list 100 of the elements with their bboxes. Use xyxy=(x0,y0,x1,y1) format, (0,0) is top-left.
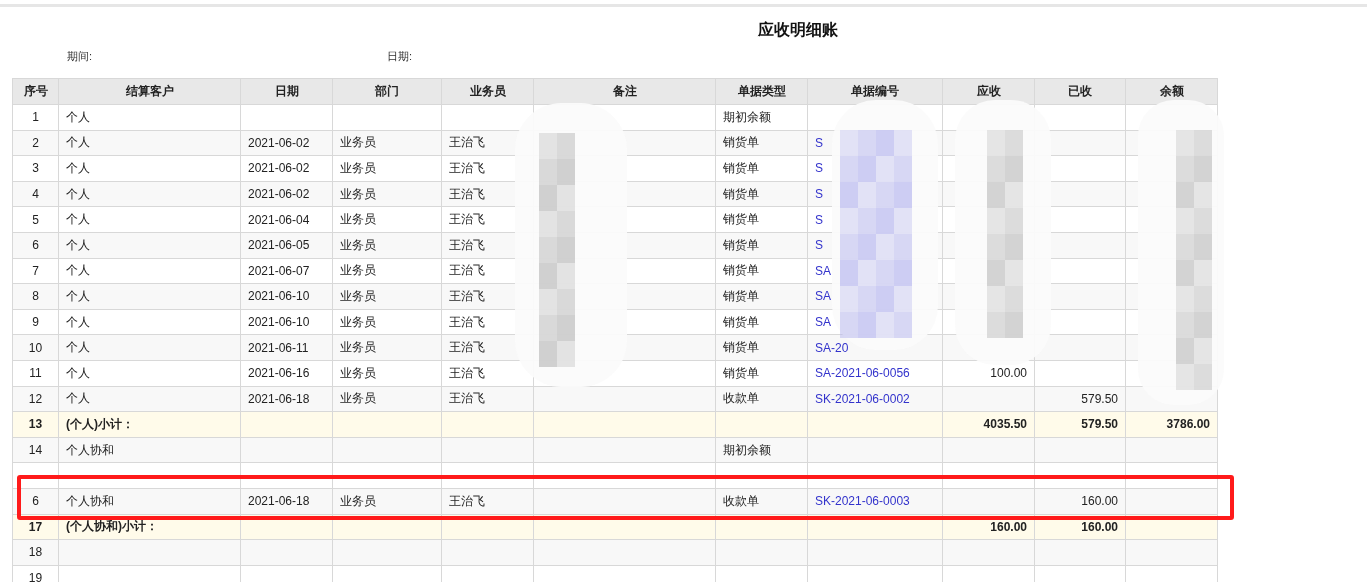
document-type-cell: 销货单 xyxy=(723,365,759,380)
row-number: 19 xyxy=(28,571,43,582)
customer-cell: 个人 xyxy=(66,237,90,252)
balance-cell: 3786.00 xyxy=(1166,417,1210,432)
date-cell: 2021-06-04 xyxy=(248,212,310,227)
department-cell: 业务员 xyxy=(340,135,376,150)
row-number: 3 xyxy=(32,161,39,176)
salesperson-cell: 王治飞 xyxy=(449,288,485,303)
department-cell: 业务员 xyxy=(340,340,376,355)
receivable-cell: 160.00 xyxy=(990,519,1027,534)
document-type-cell: 销货单 xyxy=(723,186,759,201)
filter-label: 日期: xyxy=(387,48,414,64)
date-cell: 2021-06-10 xyxy=(248,315,310,330)
row-number: 11 xyxy=(29,366,42,381)
column-header: 部门 xyxy=(332,78,442,105)
department-cell: 业务员 xyxy=(340,493,376,508)
salesperson-cell: 王治飞 xyxy=(449,186,485,201)
document-type-cell: 销货单 xyxy=(723,314,759,329)
received-cell: 579.50 xyxy=(1081,391,1118,406)
received-cell: 579.50 xyxy=(1081,417,1118,432)
document-number-link[interactable]: SA xyxy=(815,263,831,278)
document-number-link[interactable]: S xyxy=(815,161,823,176)
salesperson-cell: 王治飞 xyxy=(449,314,485,329)
column-header: 应收 xyxy=(942,78,1035,105)
customer-cell: (个人协和)小计： xyxy=(66,519,158,534)
department-cell: 业务员 xyxy=(340,391,376,406)
customer-cell: 个人 xyxy=(66,365,90,380)
document-type-cell: 销货单 xyxy=(723,212,759,227)
column-header: 备注 xyxy=(533,78,716,105)
salesperson-cell: 王治飞 xyxy=(449,161,485,175)
document-type-cell: 销货单 xyxy=(723,340,759,355)
document-number-link[interactable]: S xyxy=(815,135,823,150)
document-number-link[interactable]: SA xyxy=(815,315,831,330)
date-cell: 2021-06-02 xyxy=(248,161,310,176)
customer-cell: 个人 xyxy=(66,212,90,227)
row-number: 8 xyxy=(32,289,39,304)
document-type-cell: 销货单 xyxy=(723,288,759,303)
document-type-cell: 收款单 xyxy=(723,391,759,406)
salesperson-cell: 王治飞 xyxy=(449,493,485,508)
row-number: 14 xyxy=(28,443,43,457)
date-cell: 2021-06-10 xyxy=(248,289,310,304)
customer-cell: 个人 xyxy=(66,109,90,124)
salesperson-cell: 王治飞 xyxy=(449,391,485,406)
department-cell: 业务员 xyxy=(340,237,376,252)
customer-cell: 个人 xyxy=(66,340,90,355)
document-number-link[interactable]: S xyxy=(815,238,823,253)
customer-cell: 个人 xyxy=(66,288,90,303)
row-number: 17 xyxy=(28,519,43,534)
salesperson-cell: 王治飞 xyxy=(449,237,485,252)
document-type-cell: 期初余额 xyxy=(723,109,771,124)
received-cell: 160.00 xyxy=(1081,519,1118,534)
document-type-cell: 销货单 xyxy=(723,237,759,252)
row-number: 13 xyxy=(28,417,43,432)
column-header: 已收 xyxy=(1034,78,1126,105)
document-type-cell: 销货单 xyxy=(723,135,759,150)
document-number-link[interactable]: S xyxy=(815,212,823,227)
row-number: 7 xyxy=(32,263,39,278)
row-number: 4 xyxy=(32,187,39,202)
salesperson-cell: 王治飞 xyxy=(449,340,485,355)
document-type-cell: 期初余额 xyxy=(723,442,771,457)
customer-cell: 个人 xyxy=(66,161,90,175)
row-number: 12 xyxy=(28,391,43,406)
document-number-link[interactable]: SA-20 xyxy=(815,340,849,355)
salesperson-cell: 王治飞 xyxy=(449,135,485,150)
department-cell: 业务员 xyxy=(340,161,376,175)
column-header: 单据编号 xyxy=(807,78,943,105)
column-header: 余额 xyxy=(1125,78,1218,105)
department-cell: 业务员 xyxy=(340,314,376,329)
customer-cell: 个人协和 xyxy=(66,493,114,508)
customer-cell: (个人)小计： xyxy=(66,416,134,431)
customer-cell: 个人 xyxy=(66,263,90,278)
column-header: 业务员 xyxy=(441,78,534,105)
department-cell: 业务员 xyxy=(340,186,376,201)
row-number: 1 xyxy=(32,110,39,125)
receivable-cell: 4035.50 xyxy=(983,417,1027,432)
row-number: 5 xyxy=(32,212,39,227)
column-header: 日期 xyxy=(240,78,333,105)
department-cell: 业务员 xyxy=(340,263,376,278)
department-cell: 业务员 xyxy=(340,365,376,380)
department-cell: 业务员 xyxy=(340,288,376,303)
document-type-cell: 销货单 xyxy=(723,263,759,278)
customer-cell: 个人 xyxy=(66,314,90,329)
column-header: 序号 xyxy=(12,78,59,105)
column-header: 结算客户 xyxy=(58,78,241,105)
document-type-cell: 收款单 xyxy=(723,493,759,508)
date-cell: 2021-06-16 xyxy=(248,366,310,381)
row-number: 18 xyxy=(28,545,43,560)
salesperson-cell: 王治飞 xyxy=(449,263,485,278)
customer-cell: 个人协和 xyxy=(66,442,114,457)
document-type-cell: 销货单 xyxy=(723,161,759,175)
date-cell: 2021-06-05 xyxy=(248,238,310,253)
date-cell: 2021-06-18 xyxy=(248,494,310,509)
row-number: 6 xyxy=(32,238,39,253)
report-title: 应收明细账 xyxy=(756,20,839,40)
date-cell: 2021-06-11 xyxy=(248,340,309,355)
document-number-link[interactable]: SA xyxy=(815,289,831,304)
row-number: 10 xyxy=(28,340,43,355)
salesperson-cell: 王治飞 xyxy=(449,212,485,227)
row-number: 6 xyxy=(32,494,39,509)
document-number-link[interactable]: S xyxy=(815,187,823,202)
